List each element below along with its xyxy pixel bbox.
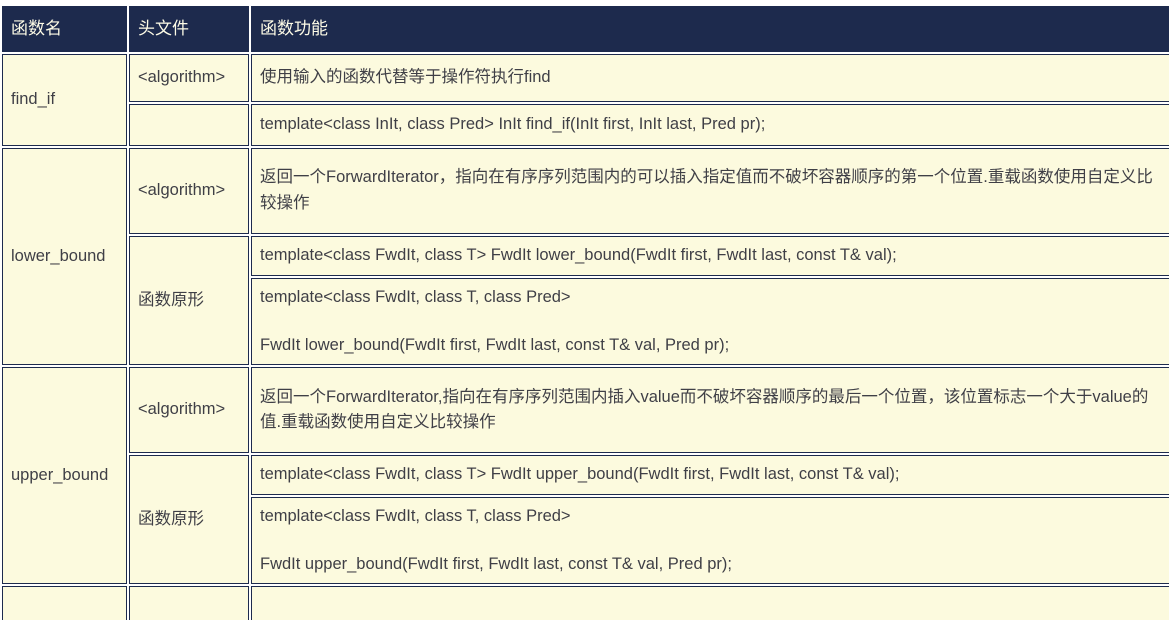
table-row: lower_bound <algorithm> 返回一个ForwardItera…: [2, 148, 1169, 366]
table-row: find_if <algorithm> 使用输入的函数代替等于操作符执行find: [2, 54, 1169, 146]
function-prototype-lower-bound-2: template<class FwdIt, class T, class Pre…: [251, 278, 1169, 366]
function-prototype-find-if: template<class InIt, class Pred> InIt fi…: [251, 104, 1169, 146]
header-file-find-if: <algorithm>: [129, 54, 249, 102]
function-prototype-upper-bound-2: template<class FwdIt, class T, class Pre…: [251, 497, 1169, 585]
column-header-function-description: 函数功能: [251, 6, 1169, 52]
function-name-find-if: find_if: [2, 54, 127, 146]
function-prototype-lower-bound-1: template<class FwdIt, class T> FwdIt low…: [251, 236, 1169, 276]
function-description-upper-bound: 返回一个ForwardIterator,指向在有序序列范围内插入value而不破…: [251, 367, 1169, 454]
header-file-next: [129, 586, 249, 620]
header-file-find-if-proto-label: [129, 104, 249, 146]
prototype-label-lower-bound: 函数原形: [129, 236, 249, 366]
table-row: 函数原形 template<class FwdIt, class T> FwdI…: [2, 455, 1169, 585]
table-header-row: 函数名 头文件 函数功能: [2, 6, 1169, 52]
function-prototype-upper-bound-1: template<class FwdIt, class T> FwdIt upp…: [251, 455, 1169, 496]
column-header-header-file: 头文件: [129, 6, 249, 52]
stl-function-reference-table: 函数名 头文件 函数功能 find_if <algorithm> 使用输入的函数…: [0, 4, 1169, 620]
column-header-function-name: 函数名: [2, 6, 127, 52]
prototype-line: FwdIt lower_bound(FwdIt first, FwdIt las…: [260, 335, 730, 354]
function-description-find-if: 使用输入的函数代替等于操作符执行find: [251, 54, 1169, 102]
function-description-next: [251, 586, 1169, 620]
table-body: find_if <algorithm> 使用输入的函数代替等于操作符执行find…: [2, 54, 1169, 620]
prototype-line: FwdIt upper_bound(FwdIt first, FwdIt las…: [260, 554, 732, 573]
prototype-line: template<class FwdIt, class T, class Pre…: [260, 507, 571, 526]
function-description-lower-bound: 返回一个ForwardIterator，指向在有序序列范围内的可以插入指定值而不…: [251, 148, 1169, 234]
table-row: template<class InIt, class Pred> InIt fi…: [2, 104, 1169, 146]
function-name-lower-bound: lower_bound: [2, 148, 127, 366]
function-name-next: [2, 586, 127, 620]
stl-reference-table-container: 函数名 头文件 函数功能 find_if <algorithm> 使用输入的函数…: [0, 0, 1169, 620]
header-file-upper-bound: <algorithm>: [129, 367, 249, 454]
prototype-label-upper-bound: 函数原形: [129, 455, 249, 585]
function-name-upper-bound: upper_bound: [2, 367, 127, 585]
table-row: upper_bound <algorithm> 返回一个ForwardItera…: [2, 367, 1169, 585]
prototype-line: template<class FwdIt, class T, class Pre…: [260, 288, 571, 306]
table-row: 函数原形 template<class FwdIt, class T> FwdI…: [2, 236, 1169, 366]
header-file-lower-bound: <algorithm>: [129, 148, 249, 234]
table-row: [2, 586, 1169, 620]
table-header: 函数名 头文件 函数功能: [2, 6, 1169, 52]
